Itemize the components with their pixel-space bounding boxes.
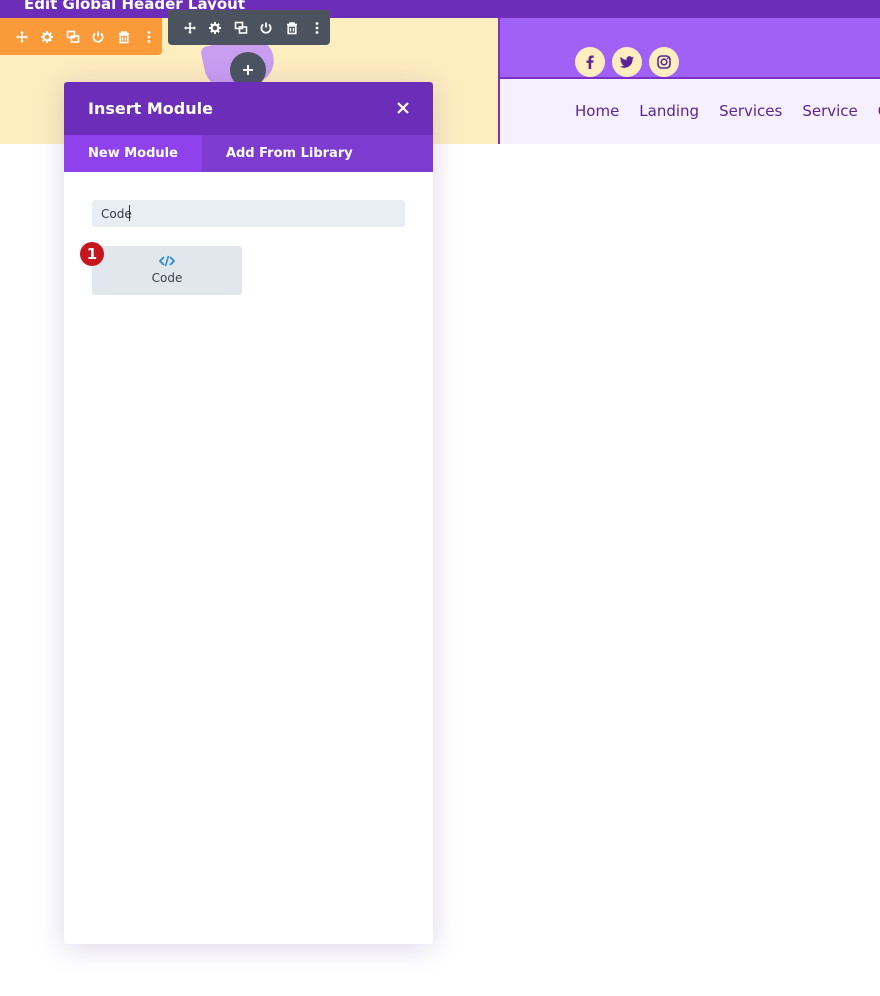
dialog-tabs: New Module Add From Library xyxy=(64,135,433,172)
twitter-icon[interactable] xyxy=(612,47,642,77)
nav-item-services[interactable]: Services xyxy=(719,100,782,122)
module-search-input[interactable] xyxy=(92,200,405,227)
dialog-header: Insert Module xyxy=(64,82,433,135)
plus-icon xyxy=(243,65,253,75)
duplicate-icon[interactable] xyxy=(60,24,86,50)
row-toolbar xyxy=(168,10,330,45)
move-icon[interactable] xyxy=(9,24,35,50)
gear-icon[interactable] xyxy=(35,24,61,50)
step-badge: 1 xyxy=(80,242,104,266)
more-icon[interactable] xyxy=(137,24,163,50)
gear-icon[interactable] xyxy=(203,15,229,41)
more-icon[interactable] xyxy=(305,15,331,41)
tab-new-module[interactable]: New Module xyxy=(64,135,202,172)
move-icon[interactable] xyxy=(177,15,203,41)
section-toolbar xyxy=(0,18,162,55)
trash-icon[interactable] xyxy=(111,24,137,50)
header-social-bar xyxy=(500,18,880,78)
top-title-bar: Edit Global Header Layout xyxy=(0,0,880,18)
dialog-title: Insert Module xyxy=(88,99,213,118)
nav-item-landing[interactable]: Landing xyxy=(639,100,699,122)
nav-item-service[interactable]: Service xyxy=(802,100,857,122)
nav-item-home[interactable]: Home xyxy=(575,100,619,122)
facebook-icon[interactable] xyxy=(575,47,605,77)
duplicate-icon[interactable] xyxy=(228,15,254,41)
module-tile-code[interactable]: Code xyxy=(92,246,242,295)
header-nav: Home Landing Services Service C xyxy=(575,100,880,122)
insert-module-dialog: Insert Module New Module Add From Librar… xyxy=(64,82,433,944)
power-icon[interactable] xyxy=(254,15,280,41)
close-button[interactable] xyxy=(391,96,415,120)
close-icon xyxy=(397,102,409,114)
text-caret xyxy=(129,205,130,221)
instagram-icon[interactable] xyxy=(649,47,679,77)
power-icon[interactable] xyxy=(86,24,112,50)
trash-icon[interactable] xyxy=(279,15,305,41)
module-tile-label: Code xyxy=(151,271,183,285)
code-icon xyxy=(159,255,175,267)
builder-page: Edit Global Header Layout Home Landing S… xyxy=(0,0,880,996)
tab-add-from-library[interactable]: Add From Library xyxy=(202,135,377,172)
